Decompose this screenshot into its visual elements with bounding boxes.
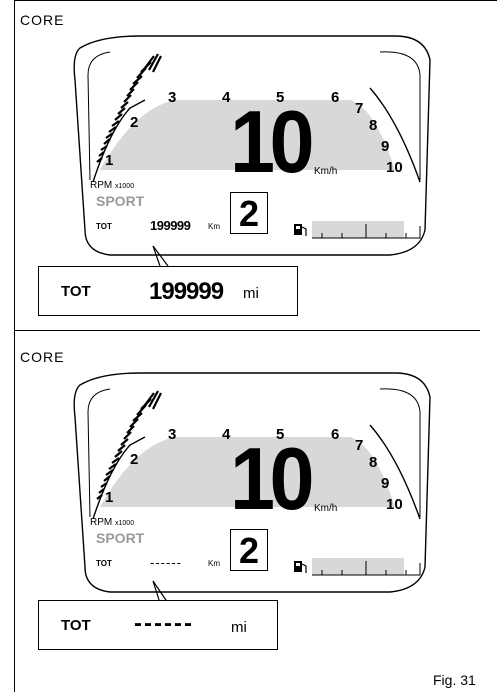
callout-unit: mi bbox=[243, 285, 259, 302]
figure-label: Fig. 31 bbox=[433, 672, 476, 688]
callout-tot-value: 199999 bbox=[149, 278, 224, 305]
speed-unit: Km/h bbox=[314, 166, 338, 177]
speed-readout: 10 bbox=[230, 92, 315, 191]
odometer-unit: Km bbox=[208, 222, 220, 231]
callout-tot-label: TOT bbox=[61, 617, 91, 634]
rpm-scale-1: 1 bbox=[105, 489, 114, 506]
speed-unit: Km/h bbox=[314, 503, 338, 514]
tot-label: TOT bbox=[96, 222, 112, 231]
rpm-scale-1: 1 bbox=[105, 152, 114, 169]
fuel-icon bbox=[294, 224, 307, 236]
riding-mode: SPORT bbox=[96, 530, 145, 546]
riding-mode: SPORT bbox=[96, 193, 145, 209]
rpm-label: RPM x1000 bbox=[90, 517, 135, 528]
rpm-scale-9: 9 bbox=[381, 138, 390, 155]
rpm-label: RPM x1000 bbox=[90, 180, 135, 191]
dashboard-panel-2: CORE 1 2 3 4 5 6 7 8 9 10 10 Km/h RPM x1… bbox=[0, 337, 497, 667]
gear-indicator: 2 bbox=[230, 529, 268, 571]
speed-readout: 10 bbox=[230, 429, 315, 528]
tot-callout: TOT 199999 mi bbox=[38, 266, 298, 316]
rpm-scale-8: 8 bbox=[369, 454, 378, 471]
gear-indicator: 2 bbox=[230, 192, 268, 234]
tot-label: TOT bbox=[96, 559, 112, 568]
callout-unit: mi bbox=[231, 619, 247, 636]
callout-tot-label: TOT bbox=[61, 283, 91, 300]
callout-tot-value: ------ bbox=[134, 610, 194, 637]
rpm-scale-10: 10 bbox=[386, 496, 403, 513]
rpm-scale-6: 6 bbox=[331, 89, 340, 106]
rpm-scale-6: 6 bbox=[331, 426, 340, 443]
rpm-scale-8: 8 bbox=[369, 117, 378, 134]
fuel-icon bbox=[294, 561, 307, 573]
tot-callout: TOT ------ mi bbox=[38, 600, 278, 650]
dashboard-panel-1: CORE 1 2 3 4 5 6 7 8 9 10 10 Km/h RPM x1… bbox=[0, 0, 497, 330]
rpm-scale-2: 2 bbox=[130, 451, 139, 468]
panel-divider bbox=[14, 330, 480, 331]
odometer-value: ------ bbox=[150, 555, 182, 570]
rpm-scale-3: 3 bbox=[168, 89, 177, 106]
rpm-scale-7: 7 bbox=[355, 100, 364, 117]
rpm-scale-7: 7 bbox=[355, 437, 364, 454]
rpm-scale-10: 10 bbox=[386, 159, 403, 176]
rpm-scale-9: 9 bbox=[381, 475, 390, 492]
odometer-value: 199999 bbox=[150, 218, 191, 233]
odometer-unit: Km bbox=[208, 559, 220, 568]
rpm-scale-3: 3 bbox=[168, 426, 177, 443]
rpm-scale-2: 2 bbox=[130, 114, 139, 131]
